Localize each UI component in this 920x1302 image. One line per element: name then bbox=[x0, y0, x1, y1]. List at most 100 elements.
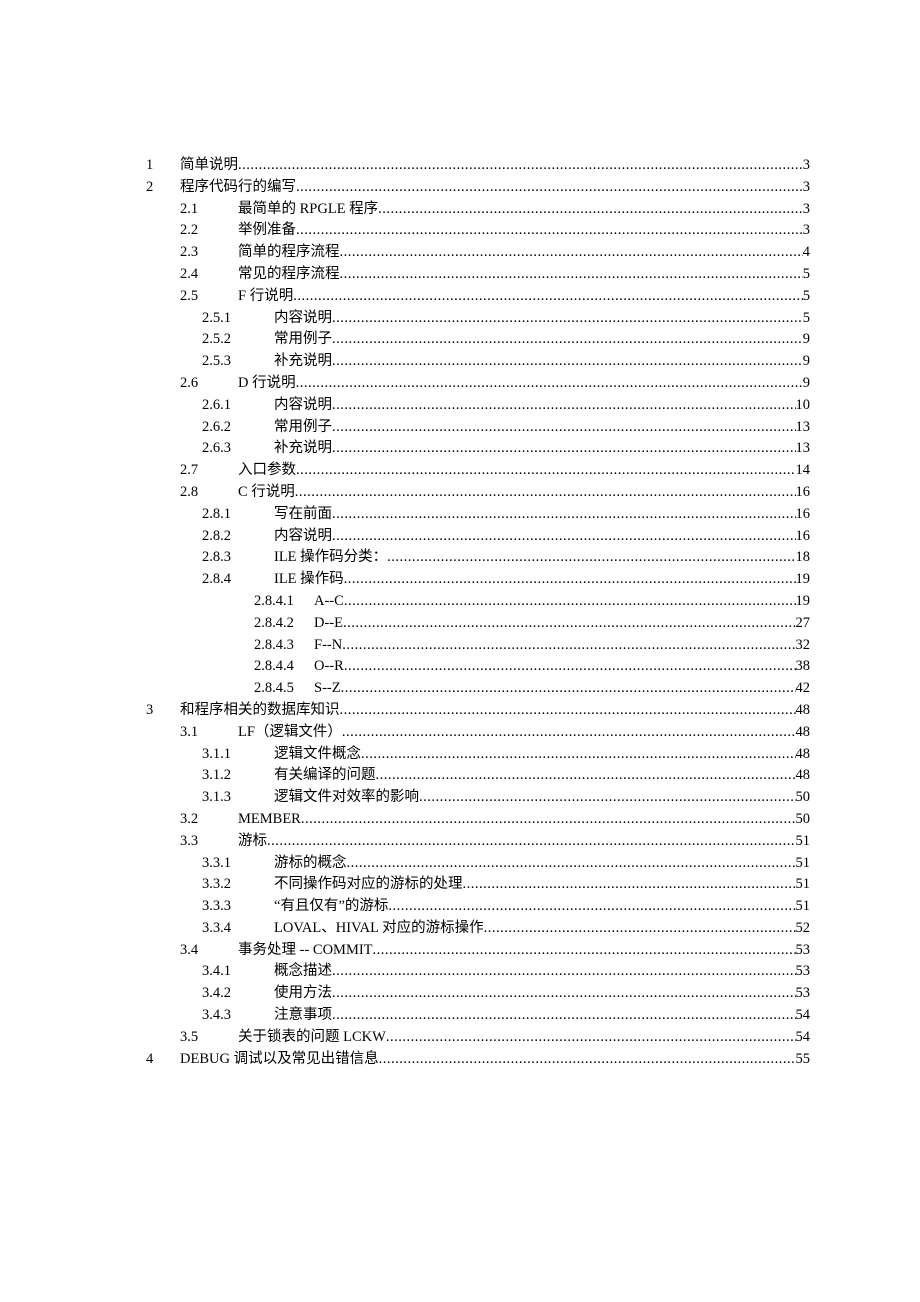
toc-number: 2.8.4.1 bbox=[254, 594, 314, 609]
toc-title: 概念描述 bbox=[274, 964, 332, 979]
toc-page-number: 4 bbox=[803, 245, 810, 260]
toc-entry: 2.8.4.4O--R 38 bbox=[146, 659, 810, 674]
toc-page-number: 3 bbox=[803, 223, 810, 238]
toc-entry: 3.4.3注意事项54 bbox=[146, 1008, 810, 1023]
toc-title: A--C bbox=[314, 594, 344, 609]
toc-page-number: 14 bbox=[796, 463, 811, 478]
toc-number: 2.6.1 bbox=[202, 398, 274, 413]
toc-number: 2.6.2 bbox=[202, 420, 274, 435]
toc-number: 2.5.2 bbox=[202, 332, 274, 347]
toc-number: 2.4 bbox=[180, 267, 238, 282]
toc-page-number: 10 bbox=[796, 398, 811, 413]
toc-leader-dots bbox=[388, 899, 795, 914]
toc-number: 3.1.1 bbox=[202, 747, 274, 762]
toc-entry: 3.5关于锁表的问题 LCKW54 bbox=[146, 1030, 810, 1045]
toc-number: 2.8.4.2 bbox=[254, 616, 314, 631]
toc-page-number: 5 bbox=[803, 289, 810, 304]
toc-number: 2.8.4 bbox=[202, 572, 274, 587]
toc-entry: 2.8.4ILE 操作码 19 bbox=[146, 572, 810, 587]
toc-leader-dots bbox=[295, 485, 796, 500]
toc-title: 常见的程序流程 bbox=[238, 267, 340, 282]
toc-title: 补充说明 bbox=[274, 354, 332, 369]
toc-entry: 3.3.3“有且仅有”的游标51 bbox=[146, 899, 810, 914]
toc-page-number: 13 bbox=[796, 441, 811, 456]
toc-page-number: 48 bbox=[796, 703, 811, 718]
toc-entry: 2程序代码行的编写3 bbox=[146, 180, 810, 195]
toc-title: LOVAL、HIVAL 对应的游标操作 bbox=[274, 921, 484, 936]
toc-title: 简单说明 bbox=[180, 158, 238, 173]
toc-page-number: 19 bbox=[796, 572, 811, 587]
toc-title: 常用例子 bbox=[274, 332, 332, 347]
toc-leader-dots bbox=[332, 354, 803, 369]
toc-page-number: 51 bbox=[796, 877, 811, 892]
toc-number: 4 bbox=[146, 1052, 180, 1067]
toc-page-number: 3 bbox=[803, 158, 810, 173]
toc-title: C 行说明 bbox=[238, 485, 295, 500]
toc-entry: 2.6.2常用例子13 bbox=[146, 420, 810, 435]
toc-page-number: 3 bbox=[803, 202, 810, 217]
toc-title: LF（逻辑文件） bbox=[238, 725, 342, 740]
toc-leader-dots bbox=[379, 1052, 796, 1067]
toc-page-number: 53 bbox=[796, 964, 811, 979]
toc-leader-dots bbox=[332, 1008, 796, 1023]
toc-number: 3.1.3 bbox=[202, 790, 274, 805]
toc-leader-dots bbox=[332, 420, 796, 435]
toc-number: 3.3.4 bbox=[202, 921, 274, 936]
toc-entry: 3.4.1概念描述53 bbox=[146, 964, 810, 979]
toc-page-number: 16 bbox=[796, 485, 811, 500]
toc-title: ILE 操作码 bbox=[274, 572, 344, 587]
toc-title: D--E bbox=[314, 616, 343, 631]
toc-number: 3.5 bbox=[180, 1030, 238, 1045]
toc-number: 3.3.2 bbox=[202, 877, 274, 892]
toc-entry: 3.1.2有关编译的问题48 bbox=[146, 768, 810, 783]
table-of-contents: 1简单说明32程序代码行的编写32.1最简单的 RPGLE 程序32.2举例准备… bbox=[146, 158, 810, 1066]
toc-number: 3.4.3 bbox=[202, 1008, 274, 1023]
toc-number: 3.4 bbox=[180, 943, 238, 958]
toc-page-number: 52 bbox=[796, 921, 811, 936]
toc-entry: 2.8.1写在前面16 bbox=[146, 507, 810, 522]
toc-entry: 3.3游标51 bbox=[146, 834, 810, 849]
toc-title: 有关编译的问题 bbox=[274, 768, 376, 783]
toc-entry: 3.3.1游标的概念51 bbox=[146, 856, 810, 871]
toc-page-number: 32 bbox=[796, 638, 811, 653]
toc-entry: 2.1最简单的 RPGLE 程序3 bbox=[146, 202, 810, 217]
toc-number: 2.8.2 bbox=[202, 529, 274, 544]
toc-page-number: 9 bbox=[803, 354, 810, 369]
toc-number: 3.2 bbox=[180, 812, 238, 827]
toc-entry: 2.4常见的程序流程 5 bbox=[146, 267, 810, 282]
toc-leader-dots bbox=[373, 943, 796, 958]
toc-entry: 2.6D 行说明9 bbox=[146, 376, 810, 391]
toc-entry: 2.5.2常用例子9 bbox=[146, 332, 810, 347]
toc-title: 补充说明 bbox=[274, 441, 332, 456]
toc-number: 2.8.4.5 bbox=[254, 681, 314, 696]
toc-leader-dots bbox=[340, 267, 803, 282]
toc-number: 2.8.1 bbox=[202, 507, 274, 522]
toc-entry: 2.8C 行说明 16 bbox=[146, 485, 810, 500]
toc-entry: 3.3.2不同操作码对应的游标的处理51 bbox=[146, 877, 810, 892]
toc-title: 逻辑文件对效率的影响 bbox=[274, 790, 419, 805]
toc-number: 2.1 bbox=[180, 202, 238, 217]
toc-number: 2.5.1 bbox=[202, 311, 274, 326]
toc-page-number: 50 bbox=[796, 790, 811, 805]
toc-entry: 2.8.2内容说明16 bbox=[146, 529, 810, 544]
toc-number: 3 bbox=[146, 703, 180, 718]
toc-number: 2 bbox=[146, 180, 180, 195]
toc-page-number: 53 bbox=[796, 943, 811, 958]
toc-leader-dots bbox=[332, 529, 796, 544]
toc-number: 3.1 bbox=[180, 725, 238, 740]
toc-entry: 2.6.3补充说明13 bbox=[146, 441, 810, 456]
toc-page-number: 5 bbox=[803, 311, 810, 326]
toc-leader-dots bbox=[343, 616, 796, 631]
toc-number: 2.8 bbox=[180, 485, 238, 500]
toc-title: ILE 操作码分类： bbox=[274, 550, 387, 565]
toc-leader-dots bbox=[376, 768, 796, 783]
toc-number: 2.5 bbox=[180, 289, 238, 304]
toc-page-number: 5 bbox=[803, 267, 810, 282]
toc-leader-dots bbox=[344, 659, 796, 674]
toc-entry: 2.8.3ILE 操作码分类： 18 bbox=[146, 550, 810, 565]
toc-leader-dots bbox=[238, 158, 803, 173]
toc-page-number: 48 bbox=[796, 747, 811, 762]
toc-title: 简单的程序流程 bbox=[238, 245, 340, 260]
toc-entry: 3.1LF（逻辑文件）48 bbox=[146, 725, 810, 740]
toc-entry: 3和程序相关的数据库知识48 bbox=[146, 703, 810, 718]
